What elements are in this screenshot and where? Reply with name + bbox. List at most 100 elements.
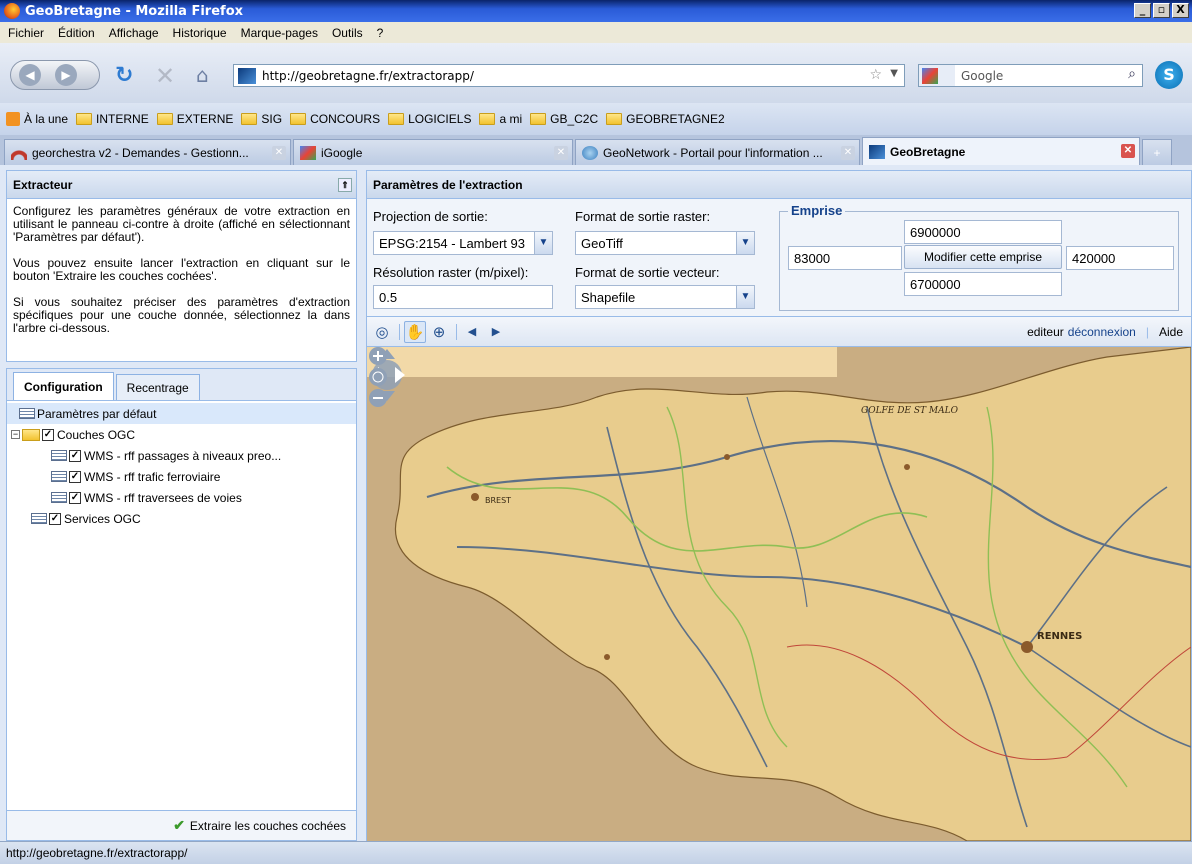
url-bar[interactable]: http://geobretagne.fr/extractorapp/ ☆ ▼ [233,64,905,87]
menu-marque-pages[interactable]: Marque-pages [241,26,318,40]
modify-emprise-button[interactable]: Modifier cette emprise [904,245,1062,269]
panel-splitter[interactable] [357,170,366,841]
tab-recentrage[interactable]: Recentrage [115,374,200,400]
tree-node-couches-ogc[interactable]: − ✓ Couches OGC [7,424,356,445]
folder-icon [479,113,496,125]
menu-outils[interactable]: Outils [332,26,363,40]
folder-icon [241,113,258,125]
bookmark-a-la-une[interactable]: À la une [6,112,68,126]
close-tab-icon[interactable]: ✕ [841,146,855,160]
search-input[interactable]: Google [955,69,1003,83]
configuration-panel: Configuration Recentrage Paramètres par … [6,368,357,841]
search-engine-selector[interactable] [919,65,955,86]
tree-node-defaults[interactable]: Paramètres par défaut [7,403,356,424]
resolution-input[interactable]: 0.5 [373,285,553,309]
tab-georchestra[interactable]: georchestra v2 - Demandes - Gestionn... … [4,139,291,165]
bookmark-logiciels[interactable]: LOGICIELS [388,112,471,126]
search-bar[interactable]: Google ⌕ [918,64,1143,87]
firefox-logo-icon [4,3,20,19]
collapse-icon[interactable]: ⇑ [338,177,352,192]
search-icon[interactable]: ⌕ [1128,66,1136,82]
tab-igoogle[interactable]: iGoogle ✕ [293,139,573,165]
extractor-app: Extracteur ⇑ Configurez les paramètres g… [0,166,1192,841]
raster-format-select[interactable]: GeoTiff ▼ [575,231,755,255]
left-column: Extracteur ⇑ Configurez les paramètres g… [0,170,357,841]
emprise-top-input[interactable]: 6900000 [904,220,1062,244]
menu-historique[interactable]: Historique [173,26,227,40]
menu-help[interactable]: ? [377,26,384,40]
url-text[interactable]: http://geobretagne.fr/extractorapp/ [262,69,474,83]
chevron-down-icon[interactable]: ▼ [736,232,754,254]
tab-geonetwork[interactable]: GeoNetwork - Portail pour l'information … [575,139,860,165]
zoom-in-icon[interactable]: ⊕ [428,321,450,343]
emprise-right-input[interactable]: 420000 [1066,246,1174,270]
logout-link[interactable]: déconnexion [1068,325,1136,339]
tree-node-layer[interactable]: ✓ WMS - rff trafic ferroviaire [7,466,356,487]
layer-leaf-icon [31,513,47,524]
bookmark-concours[interactable]: CONCOURS [290,112,380,126]
tab-geobretagne[interactable]: GeoBretagne ✕ [862,137,1140,165]
menu-fichier[interactable]: Fichier [8,26,44,40]
collapse-minus-icon[interactable]: − [11,430,20,439]
close-tab-icon[interactable]: ✕ [272,146,286,160]
emprise-bottom-input[interactable]: 6700000 [904,272,1062,296]
maximize-button[interactable]: ▫ [1153,3,1170,18]
url-dropdown-icon[interactable]: ▼ [890,68,898,79]
vector-format-select[interactable]: Shapefile ▼ [575,285,755,309]
layer-checkbox[interactable]: ✓ [69,470,81,483]
layer-checkbox[interactable]: ✓ [42,428,54,441]
layer-checkbox[interactable]: ✓ [69,491,81,504]
projection-select[interactable]: EPSG:2154 - Lambert 93 ▼ [373,231,553,255]
toolbar-separator [399,323,400,340]
tree-node-layer[interactable]: ✓ WMS - rff traversees de voies [7,487,356,508]
stop-icon[interactable]: ✕ [155,62,175,90]
map-viewport[interactable]: GOLFE DE ST MALO RENNES BREST [367,347,1191,841]
browser-tab-strip: georchestra v2 - Demandes - Gestionn... … [0,135,1192,165]
bookmark-star-icon[interactable]: ☆ [869,67,882,83]
pan-hand-icon[interactable]: ✋ [404,320,426,343]
zoom-extent-icon[interactable]: ◎ [371,321,393,343]
tab-configuration[interactable]: Configuration [13,372,114,400]
toolbar-separator: | [1145,325,1149,339]
bookmark-gb-c2c[interactable]: GB_C2C [530,112,598,126]
username-label: editeur [1027,325,1064,339]
tree-node-layer[interactable]: ✓ WMS - rff passages à niveaux preo... [7,445,356,466]
layer-checkbox[interactable]: ✓ [69,449,81,462]
minimize-button[interactable]: _ [1134,3,1151,18]
tree-node-services-ogc[interactable]: ✓ Services OGC [7,508,356,529]
map-label: BREST [485,496,511,505]
bookmark-interne[interactable]: INTERNE [76,112,149,126]
home-icon[interactable]: ⌂ [196,63,209,87]
skype-icon[interactable]: S [1155,61,1183,89]
history-back-icon[interactable]: ◀ [461,321,483,343]
projection-label: Projection de sortie: [373,209,488,224]
new-tab-button[interactable]: + [1142,139,1172,165]
bookmark-a-mi[interactable]: a mi [479,112,522,126]
close-tab-icon[interactable]: ✕ [1121,144,1135,158]
config-footer: ✔ Extraire les couches cochées [7,810,356,840]
chevron-down-icon[interactable]: ▼ [736,286,754,308]
history-forward-icon[interactable]: ▶ [485,321,507,343]
menu-affichage[interactable]: Affichage [109,26,159,40]
close-window-button[interactable]: X [1172,3,1189,18]
back-forward-group: ◀ ▶ [10,60,100,90]
help-link[interactable]: Aide [1159,325,1183,339]
zoom-control [369,347,387,407]
bookmark-externe[interactable]: EXTERNE [156,112,233,126]
extract-button[interactable]: ✔ Extraire les couches cochées [173,817,346,834]
close-tab-icon[interactable]: ✕ [554,146,568,160]
chevron-down-icon[interactable]: ▼ [534,232,552,254]
reload-icon[interactable]: ↻ [115,63,133,88]
help-paragraph: Vous pouvez ensuite lancer l'extraction … [13,256,350,283]
forward-arrow-icon[interactable]: ▶ [55,64,77,86]
bookmark-geobretagne2[interactable]: GEOBRETAGNE2 [606,112,725,126]
layer-checkbox[interactable]: ✓ [49,512,61,525]
folder-icon [388,113,405,125]
back-arrow-icon[interactable]: ◀ [19,64,41,86]
redmine-icon [11,145,27,160]
menu-edition[interactable]: Édition [58,26,95,40]
bookmark-sig[interactable]: SIG [241,112,282,126]
emprise-left-input[interactable]: 83000 [788,246,902,270]
world-globe-icon[interactable] [369,368,387,386]
layer-leaf-icon [19,408,35,419]
